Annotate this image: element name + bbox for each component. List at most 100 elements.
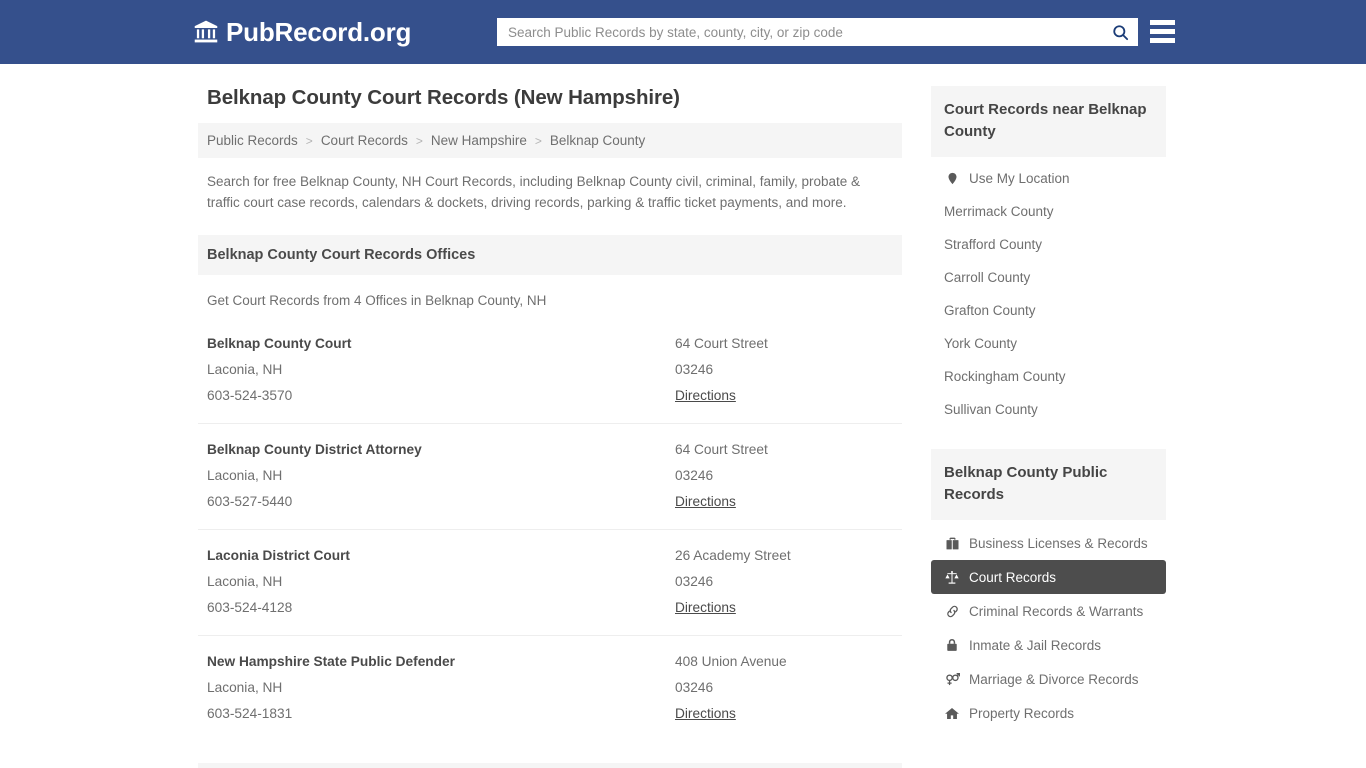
directions-link[interactable]: Directions <box>675 701 736 727</box>
main-column: Belknap County Court Records (New Hampsh… <box>198 86 920 768</box>
breadcrumb-separator: > <box>305 133 313 148</box>
office-street: 408 Union Avenue <box>675 654 787 669</box>
office-city-state: Laconia, NH <box>207 680 283 695</box>
page-body: Belknap County Court Records (New Hampsh… <box>0 64 1366 768</box>
breadcrumb-separator: > <box>415 133 423 148</box>
office-phone: 603-524-3570 <box>207 388 293 403</box>
office-row: Belknap County District Attorney Laconia,… <box>198 424 902 530</box>
sidebar-public-records-item[interactable]: Inmate & Jail Records <box>931 628 1166 662</box>
office-zip: 03246 <box>675 574 714 589</box>
sidebar-nearby-item-label: York County <box>944 336 1018 351</box>
office-street: 64 Court Street <box>675 442 768 457</box>
office-details: New Hampshire State Public Defender Lacon… <box>207 649 675 727</box>
office-row: New Hampshire State Public Defender Lacon… <box>198 636 902 741</box>
map-pin-icon <box>944 170 960 186</box>
sidebar-nearby-item-label: Strafford County <box>944 237 1043 252</box>
sidebar-public-records-item-label: Business Licenses & Records <box>969 535 1148 551</box>
sidebar-nearby-list: Use My Location Merrimack County Strafford… <box>931 157 1166 426</box>
venus-mars-icon <box>944 671 960 687</box>
office-details: Belknap County Court Laconia, NH 603-524-3… <box>207 331 675 409</box>
sidebar-public-records-item-label: Property Records <box>969 705 1075 721</box>
handcuffs-icon <box>944 603 960 619</box>
sidebar-nearby-item-label: Rockingham County <box>944 369 1066 384</box>
office-phone: 603-524-4128 <box>207 600 293 615</box>
office-address: 64 Court Street 03246 Directions <box>675 437 893 515</box>
office-street: 64 Court Street <box>675 336 768 351</box>
sidebar-public-records-item[interactable]: Marriage & Divorce Records <box>931 662 1166 696</box>
office-phone: 603-524-1831 <box>207 706 293 721</box>
office-row: Belknap County Court Laconia, NH 603-524-3… <box>198 318 902 424</box>
sidebar-public-records-item-label: Criminal Records & Warrants <box>969 603 1144 619</box>
office-city-state: Laconia, NH <box>207 574 283 589</box>
directions-link[interactable]: Directions <box>675 383 736 409</box>
site-header: PubRecord.org <box>0 0 1366 64</box>
sidebar-nearby-item[interactable]: Rockingham County <box>931 360 1166 393</box>
sidebar: Court Records near Belknap County Use My… <box>931 86 1166 768</box>
office-city-state: Laconia, NH <box>207 468 283 483</box>
directions-link[interactable]: Directions <box>675 595 736 621</box>
breadcrumb-separator: > <box>534 133 542 148</box>
sidebar-nearby-item[interactable]: Sullivan County <box>931 393 1166 426</box>
hamburger-menu-icon[interactable] <box>1150 20 1175 43</box>
scales-of-justice-icon <box>944 569 960 585</box>
sidebar-public-records-heading: Belknap County Public Records <box>931 449 1166 520</box>
sidebar-nearby-heading: Court Records near Belknap County <box>931 86 1166 157</box>
office-details: Belknap County District Attorney Laconia,… <box>207 437 675 515</box>
lock-icon <box>944 637 960 653</box>
breadcrumb-item-1[interactable]: Public Records <box>207 133 298 148</box>
bank-building-icon <box>193 19 219 45</box>
breadcrumb-item-3[interactable]: New Hampshire <box>431 133 527 148</box>
intro-text: Search for free Belknap County, NH Court… <box>207 174 861 210</box>
sidebar-public-records-block: Belknap County Public Records Business L… <box>931 449 1166 730</box>
site-logo-link[interactable]: PubRecord.org <box>193 17 411 48</box>
office-details: Laconia District Court Laconia, NH 603-524… <box>207 543 675 621</box>
office-zip: 03246 <box>675 468 714 483</box>
search-button[interactable] <box>1103 19 1137 45</box>
sidebar-nearby-item-label: Sullivan County <box>944 402 1038 417</box>
office-name: New Hampshire State Public Defender <box>207 654 455 669</box>
office-list: Belknap County Court Laconia, NH 603-524-3… <box>198 318 902 741</box>
office-name: Belknap County Court <box>207 336 352 351</box>
office-address: 408 Union Avenue 03246 Directions <box>675 649 893 727</box>
home-icon <box>944 705 960 721</box>
hamburger-bar <box>1150 20 1175 25</box>
sidebar-public-records-item[interactable]: Business Licenses & Records <box>931 526 1166 560</box>
sidebar-nearby-item[interactable]: Grafton County <box>931 294 1166 327</box>
page-title: Belknap County Court Records (New Hampsh… <box>207 86 680 109</box>
search-icon <box>1111 23 1130 42</box>
office-name: Laconia District Court <box>207 548 350 563</box>
hamburger-bar <box>1150 38 1175 43</box>
sidebar-nearby-item[interactable]: Strafford County <box>931 228 1166 261</box>
offices-section-heading: Belknap County Court Records Offices <box>198 235 902 275</box>
sidebar-nearby-item[interactable]: Merrimack County <box>931 195 1166 228</box>
sidebar-nearby-item-label: Carroll County <box>944 270 1031 285</box>
hamburger-bar <box>1150 29 1175 34</box>
breadcrumb-item-2[interactable]: Court Records <box>321 133 408 148</box>
sidebar-nearby-item[interactable]: Carroll County <box>931 261 1166 294</box>
databases-section-heading: Belknap County Court Records Databases <box>198 763 902 768</box>
breadcrumb-item-4[interactable]: Belknap County <box>550 133 645 148</box>
sidebar-public-records-item[interactable]: Court Records <box>931 560 1166 594</box>
sidebar-nearby-item-label: Grafton County <box>944 303 1036 318</box>
office-address: 64 Court Street 03246 Directions <box>675 331 893 409</box>
content-container: Belknap County Court Records (New Hampsh… <box>198 64 1168 768</box>
office-name: Belknap County District Attorney <box>207 442 422 457</box>
office-city-state: Laconia, NH <box>207 362 283 377</box>
sidebar-public-records-item[interactable]: Property Records <box>931 696 1166 730</box>
sidebar-nearby-item[interactable]: York County <box>931 327 1166 360</box>
office-phone: 603-527-5440 <box>207 494 293 509</box>
sidebar-nearby-item-label: Merrimack County <box>944 204 1054 219</box>
office-zip: 03246 <box>675 680 714 695</box>
search-input[interactable] <box>498 19 1103 45</box>
office-address: 26 Academy Street 03246 Directions <box>675 543 893 621</box>
office-street: 26 Academy Street <box>675 548 791 563</box>
directions-link[interactable]: Directions <box>675 489 736 515</box>
breadcrumb: Public Records > Court Records > New Hampshi… <box>198 123 902 158</box>
sidebar-nearby-item-label: Use My Location <box>969 170 1070 186</box>
sidebar-public-records-item[interactable]: Criminal Records & Warrants <box>931 594 1166 628</box>
offices-section-subheading: Get Court Records from 4 Offices in Belk… <box>207 293 547 308</box>
office-row: Laconia District Court Laconia, NH 603-524… <box>198 530 902 636</box>
sidebar-public-records-item-label: Marriage & Divorce Records <box>969 671 1139 687</box>
sidebar-nearby-item[interactable]: Use My Location <box>931 161 1166 195</box>
sidebar-public-records-list: Business Licenses & Records Court Records… <box>931 520 1166 730</box>
